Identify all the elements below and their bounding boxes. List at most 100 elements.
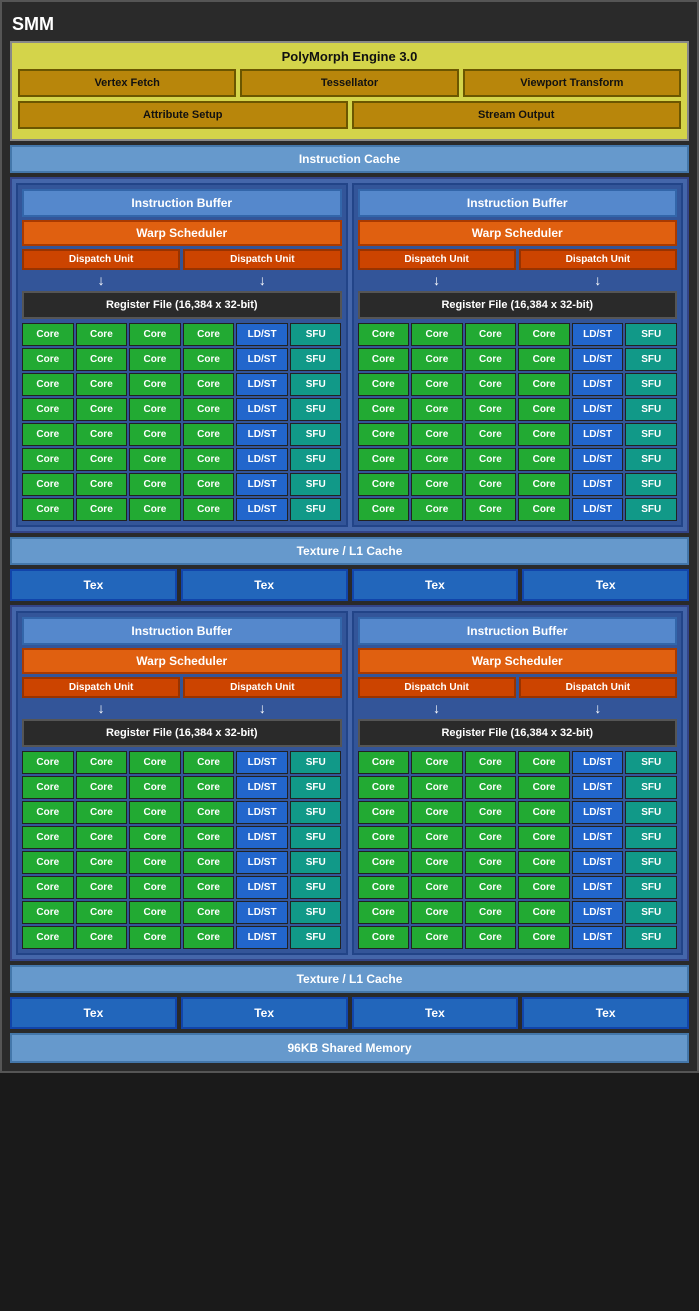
ldst-cell: LD/ST	[236, 473, 288, 496]
tex-box-3: Tex	[352, 569, 519, 601]
core-cell: Core	[183, 751, 235, 774]
sfu-cell: SFU	[625, 423, 677, 446]
core-cell: Core	[411, 801, 463, 824]
core-cell: Core	[518, 473, 570, 496]
core-cell: Core	[76, 801, 128, 824]
core-cell: Core	[358, 423, 410, 446]
core-cell: Core	[518, 926, 570, 949]
du-bottom-right-1: Dispatch Unit	[358, 677, 516, 698]
core-cell: Core	[22, 801, 74, 824]
core-cell: Core	[22, 448, 74, 471]
core-cell: Core	[411, 498, 463, 521]
core-cell: Core	[22, 323, 74, 346]
du-top-left-2: Dispatch Unit	[183, 249, 341, 270]
polymorph-section: PolyMorph Engine 3.0 Vertex Fetch Tessel…	[10, 41, 689, 141]
du-bottom-left-1: Dispatch Unit	[22, 677, 180, 698]
core-cell: Core	[465, 373, 517, 396]
main-area-top: Instruction Buffer Warp Scheduler Dispat…	[10, 177, 689, 533]
core-cell: Core	[22, 348, 74, 371]
core-cell: Core	[129, 373, 181, 396]
sfu-cell: SFU	[290, 423, 342, 446]
smm-container: SMM PolyMorph Engine 3.0 Vertex Fetch Te…	[0, 0, 699, 1073]
core-cell: Core	[518, 851, 570, 874]
core-cell: Core	[465, 776, 517, 799]
core-cell: Core	[183, 851, 235, 874]
arrow-bl-2: ↓	[183, 700, 341, 716]
core-cell: Core	[183, 498, 235, 521]
core-cell: Core	[129, 851, 181, 874]
arrow-tl-1: ↓	[22, 272, 180, 288]
core-cell: Core	[22, 423, 74, 446]
core-cell: Core	[465, 498, 517, 521]
ldst-cell: LD/ST	[572, 926, 624, 949]
core-cell: Core	[358, 473, 410, 496]
core-cell: Core	[183, 423, 235, 446]
ldst-cell: LD/ST	[572, 801, 624, 824]
core-cell: Core	[411, 901, 463, 924]
core-cell: Core	[411, 751, 463, 774]
ldst-cell: LD/ST	[236, 448, 288, 471]
sfu-cell: SFU	[625, 348, 677, 371]
ib-bottom-left: Instruction Buffer	[22, 617, 342, 645]
sfu-cell: SFU	[625, 398, 677, 421]
ldst-cell: LD/ST	[572, 876, 624, 899]
dispatch-row-top-right: Dispatch Unit Dispatch Unit	[358, 249, 678, 270]
core-grid-bottom-right: Core Core Core Core LD/ST SFU Core Core …	[358, 751, 678, 949]
core-cell: Core	[76, 826, 128, 849]
core-cell: Core	[465, 348, 517, 371]
ldst-cell: LD/ST	[236, 826, 288, 849]
core-cell: Core	[22, 876, 74, 899]
instruction-cache-top: Instruction Cache	[10, 145, 689, 173]
rf-bottom-right: Register File (16,384 x 32-bit)	[358, 719, 678, 747]
sfu-cell: SFU	[290, 473, 342, 496]
core-cell: Core	[183, 398, 235, 421]
core-cell: Core	[22, 826, 74, 849]
core-cell: Core	[183, 901, 235, 924]
sfu-cell: SFU	[290, 323, 342, 346]
ldst-cell: LD/ST	[236, 398, 288, 421]
core-cell: Core	[518, 751, 570, 774]
core-cell: Core	[129, 751, 181, 774]
sfu-cell: SFU	[290, 851, 342, 874]
sfu-cell: SFU	[290, 826, 342, 849]
ldst-cell: LD/ST	[236, 373, 288, 396]
bottom-halves: Instruction Buffer Warp Scheduler Dispat…	[16, 611, 683, 955]
ldst-cell: LD/ST	[236, 776, 288, 799]
core-cell: Core	[411, 851, 463, 874]
core-cell: Core	[183, 448, 235, 471]
sfu-cell: SFU	[290, 348, 342, 371]
core-cell: Core	[183, 348, 235, 371]
texture-cache-top: Texture / L1 Cache	[10, 537, 689, 565]
core-cell: Core	[518, 876, 570, 899]
tex-box-6: Tex	[181, 997, 348, 1029]
core-cell: Core	[465, 851, 517, 874]
du-bottom-right-2: Dispatch Unit	[519, 677, 677, 698]
ib-top-right: Instruction Buffer	[358, 189, 678, 217]
core-cell: Core	[183, 776, 235, 799]
sfu-cell: SFU	[625, 901, 677, 924]
ldst-cell: LD/ST	[236, 323, 288, 346]
core-cell: Core	[76, 751, 128, 774]
core-cell: Core	[76, 398, 128, 421]
half-bottom-left: Instruction Buffer Warp Scheduler Dispat…	[16, 611, 348, 955]
polymorph-row2: Attribute Setup Stream Output	[18, 101, 681, 129]
top-halves: Instruction Buffer Warp Scheduler Dispat…	[16, 183, 683, 527]
dispatch-row-bottom-left: Dispatch Unit Dispatch Unit	[22, 677, 342, 698]
core-cell: Core	[518, 901, 570, 924]
half-bottom-right: Instruction Buffer Warp Scheduler Dispat…	[352, 611, 684, 955]
core-cell: Core	[76, 498, 128, 521]
core-cell: Core	[465, 323, 517, 346]
sfu-cell: SFU	[290, 926, 342, 949]
core-cell: Core	[518, 776, 570, 799]
tex-row-bottom: Tex Tex Tex Tex	[10, 997, 689, 1029]
sfu-cell: SFU	[625, 851, 677, 874]
core-cell: Core	[129, 498, 181, 521]
arrow-tr-1: ↓	[358, 272, 516, 288]
sfu-cell: SFU	[290, 876, 342, 899]
core-cell: Core	[183, 801, 235, 824]
core-cell: Core	[129, 926, 181, 949]
core-cell: Core	[518, 448, 570, 471]
attribute-setup: Attribute Setup	[18, 101, 348, 129]
arrow-row-top-right: ↓ ↓	[358, 272, 678, 288]
core-cell: Core	[358, 801, 410, 824]
